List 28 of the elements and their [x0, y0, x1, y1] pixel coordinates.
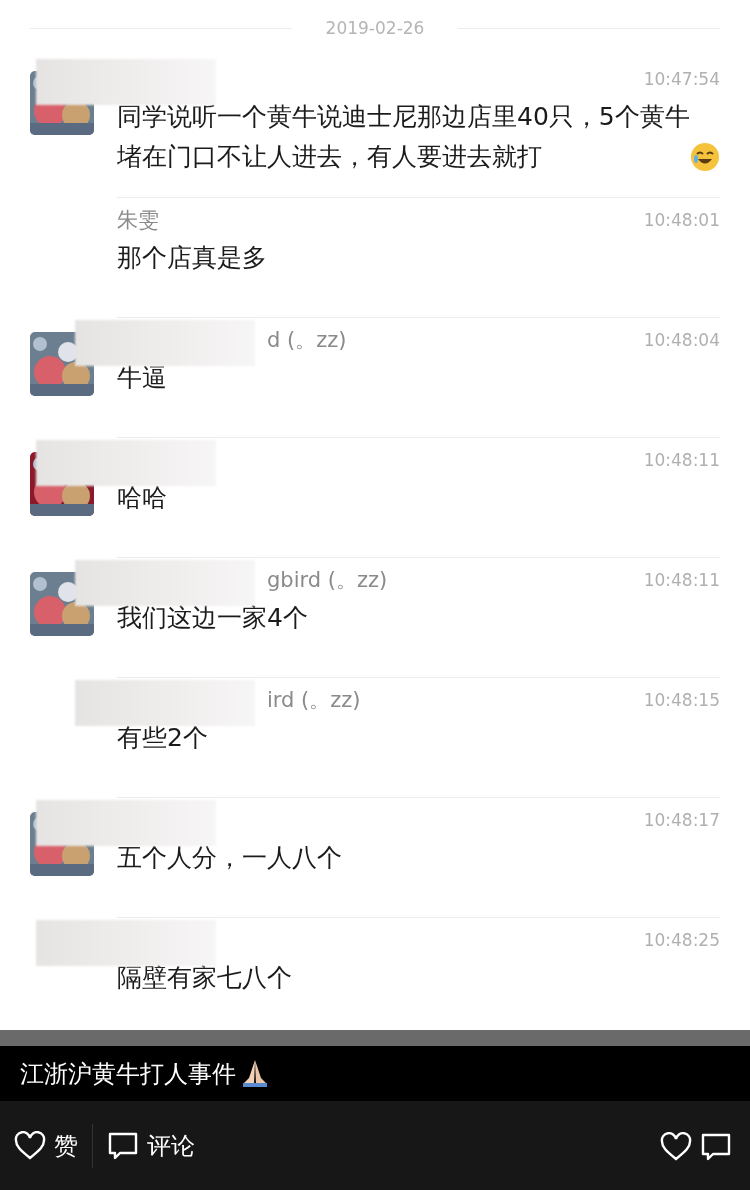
- message-time: 10:47:54: [643, 68, 720, 92]
- comment-icon: [107, 1130, 139, 1161]
- message-text: 隔壁有家七八个: [117, 962, 292, 994]
- sender-name: gbird (。zz): [267, 567, 388, 595]
- message-text: 有些2个: [117, 722, 208, 754]
- message-text: 我们这边一家4个: [117, 602, 308, 634]
- message-time: 10:48:17: [643, 809, 720, 833]
- message-text: 哈哈: [117, 482, 167, 514]
- comment-button[interactable]: 评论: [107, 1127, 209, 1164]
- message-text: 牛逼: [117, 362, 167, 394]
- heart-icon: [660, 1131, 692, 1162]
- comment-icon: [700, 1131, 732, 1162]
- caption-text: 江浙沪黄牛打人事件: [20, 1058, 236, 1090]
- message-text: 同学说听一个黄牛说迪士尼那边店里40只，5个黄牛堵在门口不让人进去，有人要进去就打: [117, 101, 690, 173]
- date-separator: 2019-02-26: [324, 16, 426, 40]
- message-time: 10:48:15: [643, 689, 720, 713]
- heart-icon: [14, 1130, 46, 1161]
- sender-name: 朱雯: [117, 207, 159, 235]
- message-text: 那个店真是多: [117, 242, 267, 274]
- message-time: 10:48:11: [643, 569, 720, 593]
- sender-name: d (。zz): [267, 327, 347, 355]
- message-time: 10:48:04: [643, 329, 720, 353]
- message-time: 10:48:01: [643, 209, 720, 233]
- message-time: 10:48:11: [643, 449, 720, 473]
- message-time: 10:48:25: [643, 929, 720, 953]
- like-button[interactable]: 赞: [14, 1127, 92, 1164]
- sender-name: ird (。zz): [267, 687, 361, 715]
- message-text: 五个人分，一人八个: [117, 842, 342, 874]
